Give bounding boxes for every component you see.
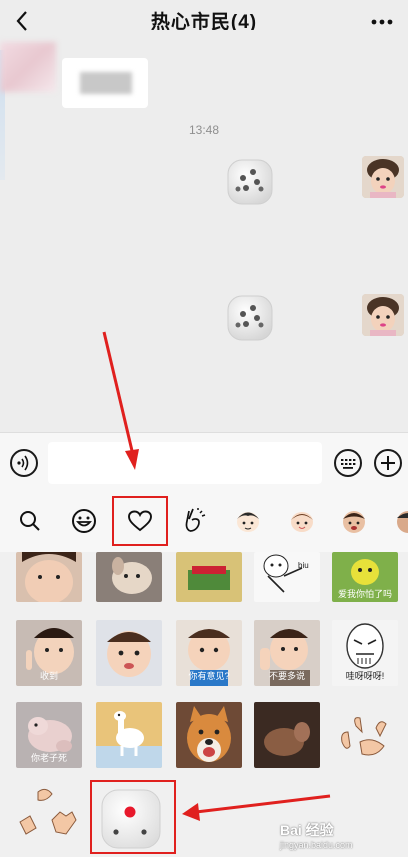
sticker[interactable]: 哇呀呀呀! (332, 620, 398, 686)
sticker[interactable] (96, 620, 162, 686)
sticker[interactable] (332, 702, 398, 768)
tab-gestures[interactable] (170, 498, 218, 544)
sticker[interactable] (176, 702, 242, 768)
voice-icon (17, 455, 29, 471)
ellipsis-icon (371, 19, 393, 25)
avatar[interactable] (362, 156, 404, 198)
plus-icon (381, 456, 395, 470)
more-button[interactable] (368, 8, 396, 32)
sticker[interactable]: biu (254, 552, 320, 602)
tab-sticker-pack[interactable] (278, 498, 326, 544)
sticker-caption: 你有意见? (188, 671, 230, 681)
dice-icon (101, 789, 161, 849)
sticker[interactable] (16, 552, 82, 602)
tab-sticker-pack[interactable] (330, 498, 378, 544)
dice-sticker[interactable] (224, 156, 276, 208)
message-list: 13:48 (0, 30, 408, 430)
message-timestamp: 13:48 (188, 123, 220, 137)
add-button[interactable] (374, 449, 402, 477)
sticker-grid: biu 爱我你怕了吗 收到 你有意见? 不要多说 哇呀呀呀! 你老子死 (0, 552, 408, 857)
tab-emoji[interactable] (60, 498, 108, 544)
smiley-icon (72, 509, 96, 533)
sticker-pack-boy-icon (237, 512, 259, 532)
message-input[interactable] (48, 442, 322, 484)
dice-sticker[interactable] (96, 784, 166, 854)
message-bubble-blurred (62, 58, 148, 108)
sticker[interactable]: 收到 (16, 620, 82, 686)
sticker[interactable]: 你有意见? (176, 620, 242, 686)
chat-screen: 热心市民(4) 13:48 biu 爱我你怕了吗 收到 你有意见? 不要多说 哇… (0, 0, 408, 857)
chat-title: 热心市民(4) (150, 12, 258, 30)
hand-gesture-icon (185, 508, 206, 532)
heart-icon (128, 510, 152, 532)
sticker[interactable]: 你老子死 (16, 702, 82, 768)
sticker-caption: 爱我你怕了吗 (337, 589, 392, 599)
watermark: Bai 经验 jingyan.baidu.com (280, 822, 353, 850)
search-icon (20, 511, 40, 531)
sticker-caption: 不要多说 (268, 671, 305, 681)
tab-sticker-pack[interactable] (224, 498, 272, 544)
tab-search[interactable] (6, 498, 54, 544)
sticker[interactable] (96, 702, 162, 768)
sticker[interactable] (96, 552, 162, 602)
sticker-tabs (0, 490, 408, 552)
sticker-caption: 收到 (39, 671, 58, 681)
sticker-caption: 哇呀呀呀! (345, 671, 385, 681)
sticker-pack-man-icon (343, 511, 365, 533)
avatar-blurred (0, 42, 56, 92)
svg-text:biu: biu (298, 561, 309, 570)
sticker-pack-more-icon (397, 511, 408, 533)
sticker[interactable] (254, 702, 320, 768)
sticker[interactable] (16, 782, 82, 848)
sticker[interactable] (176, 552, 242, 602)
sticker[interactable]: 不要多说 (254, 620, 320, 686)
keyboard-icon (341, 459, 356, 469)
tab-sticker-pack[interactable] (384, 498, 408, 544)
avatar[interactable] (362, 294, 404, 336)
sticker-caption: 你老子死 (30, 753, 67, 763)
dice-sticker[interactable] (224, 292, 276, 344)
sticker[interactable]: 爱我你怕了吗 (332, 552, 398, 602)
input-bar (0, 432, 408, 490)
tab-favorites[interactable] (116, 498, 164, 544)
keyboard-button[interactable] (334, 449, 362, 477)
voice-button[interactable] (10, 449, 38, 477)
sticker-pack-child-icon (291, 512, 313, 532)
